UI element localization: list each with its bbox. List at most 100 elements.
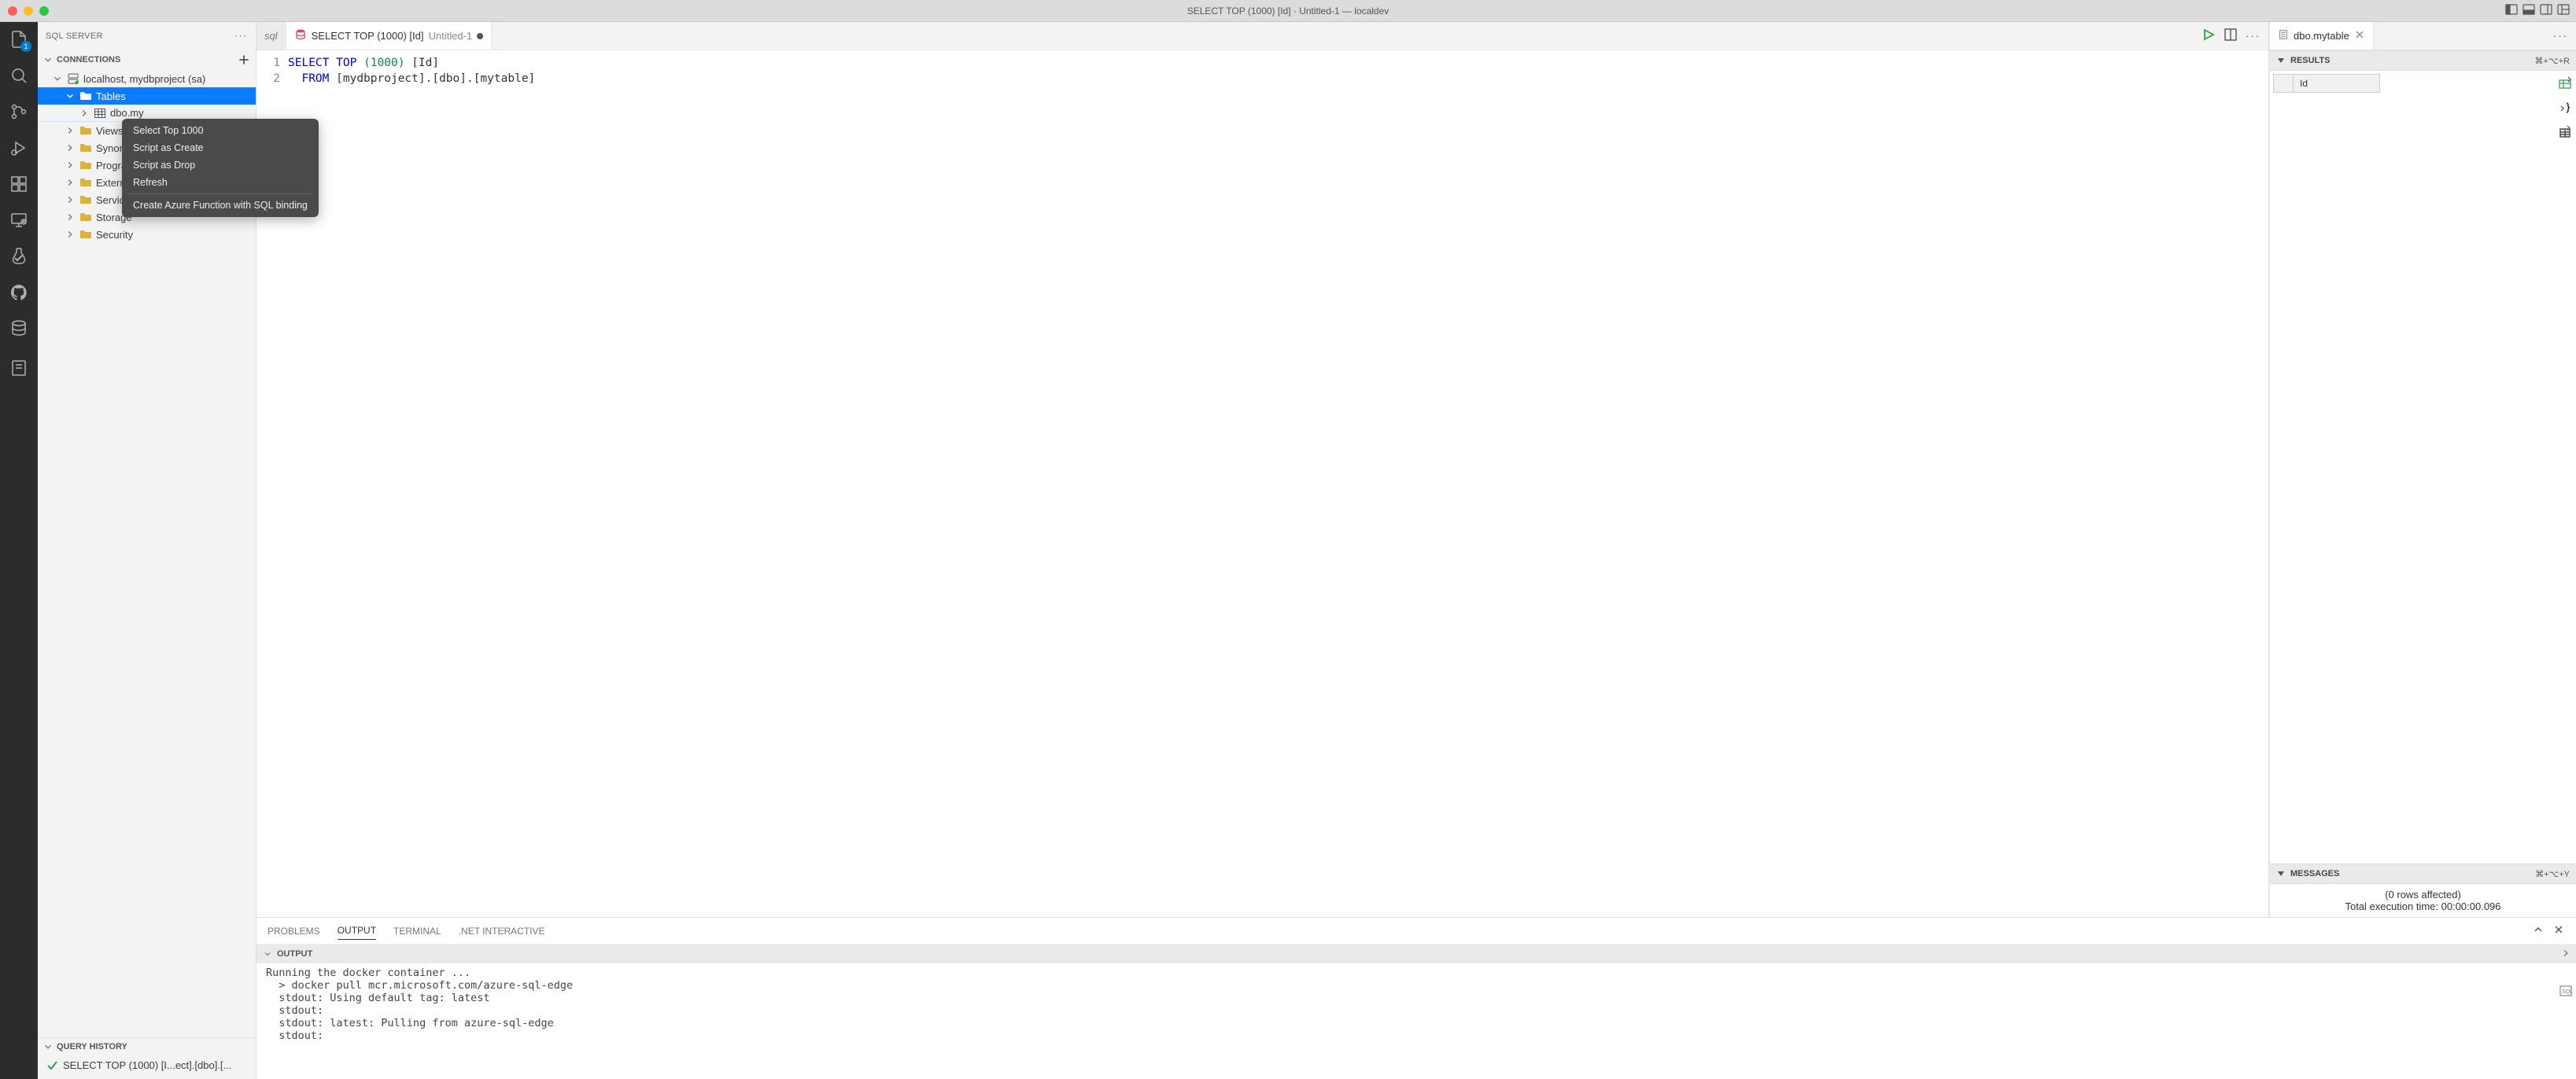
extensions-activity[interactable]: [8, 173, 30, 195]
folder-icon: [79, 124, 92, 137]
svg-text:SQL: SQL: [2562, 989, 2573, 995]
results-section-header[interactable]: RESULTS ⌘+⌥+R: [2270, 50, 2576, 71]
menu-separator: [128, 193, 312, 194]
results-toolbar: [2554, 71, 2576, 864]
more-results-actions-icon[interactable]: ···: [2553, 30, 2568, 42]
query-history-item[interactable]: SELECT TOP (1000) [I...ect].[dbo].[...: [38, 1055, 256, 1074]
more-actions-icon[interactable]: ···: [234, 31, 248, 41]
remote-explorer-activity[interactable]: [8, 209, 30, 231]
active-tab-subtitle: Untitled-1: [428, 30, 472, 42]
close-tab-icon[interactable]: [2354, 29, 2365, 42]
results-grid[interactable]: Id: [2270, 71, 2554, 864]
security-label: Security: [96, 229, 133, 241]
output-section-header[interactable]: OUTPUT: [256, 945, 2576, 963]
menu-refresh[interactable]: Refresh: [122, 174, 319, 191]
results-header-label: RESULTS: [2290, 56, 2331, 65]
messages-header-label: MESSAGES: [2290, 869, 2339, 878]
menu-select-top-1000[interactable]: Select Top 1000: [122, 122, 319, 139]
editor-area: sql SELECT TOP (1000) [Id] Untitled-1 ··…: [256, 22, 2576, 1079]
folder-icon: [79, 211, 92, 223]
database-icon: [294, 28, 307, 43]
maximize-window-button[interactable]: [39, 6, 49, 16]
save-excel-icon[interactable]: [2558, 124, 2572, 141]
toggle-primary-sidebar-icon[interactable]: [2505, 3, 2518, 18]
messages-line: Total execution time: 00:00:00.096: [2278, 900, 2568, 912]
close-window-button[interactable]: [8, 6, 17, 16]
tab-terminal[interactable]: TERMINAL: [393, 922, 441, 940]
folder-icon: [79, 176, 92, 189]
results-tabs: dbo.mytable ···: [2270, 22, 2576, 50]
dirty-indicator-icon: [477, 33, 483, 39]
code-lines: SELECT TOP (1000) [Id] FROM [mydbproject…: [288, 50, 535, 917]
panel-tabs: PROBLEMS OUTPUT TERMINAL .NET INTERACTIV…: [256, 918, 2576, 945]
sql-server-activity[interactable]: [8, 318, 30, 340]
line-number: 1: [256, 55, 280, 71]
folder-icon: [79, 90, 92, 102]
server-icon: [67, 72, 79, 85]
menu-script-as-drop[interactable]: Script as Drop: [122, 157, 319, 174]
output-line: stdout: latest: Pulling from azure-sql-e…: [266, 1017, 2567, 1029]
code-editor[interactable]: 1 2 SELECT TOP (1000) [Id] FROM [mydbpro…: [256, 50, 2268, 917]
sql-editor-group: sql SELECT TOP (1000) [Id] Untitled-1 ··…: [256, 22, 2269, 917]
output-line: > docker pull mcr.microsoft.com/azure-sq…: [266, 979, 2567, 992]
explorer-activity[interactable]: 1: [8, 28, 30, 50]
sql-side-icon[interactable]: SQL: [2559, 984, 2573, 1000]
more-editor-actions-icon[interactable]: ···: [2246, 30, 2260, 42]
testing-activity[interactable]: [8, 245, 30, 267]
check-icon: [46, 1059, 58, 1071]
connections-label: CONNECTIONS: [57, 55, 120, 64]
menu-script-as-create[interactable]: Script as Create: [122, 139, 319, 157]
tab-output[interactable]: OUTPUT: [338, 922, 376, 940]
save-csv-icon[interactable]: [2558, 75, 2572, 92]
connections-section-header[interactable]: CONNECTIONS: [38, 50, 256, 70]
sidebar-title-row: SQL SERVER ···: [38, 22, 256, 50]
tab-active[interactable]: SELECT TOP (1000) [Id] Untitled-1: [286, 22, 492, 50]
layout-controls: [2505, 3, 2570, 18]
output-line: stdout:: [266, 1029, 2567, 1042]
results-shortcut: ⌘+⌥+R: [2535, 56, 2570, 66]
results-tab-label: dbo.mytable: [2294, 30, 2349, 42]
results-body: Id: [2270, 71, 2576, 864]
split-editor-icon[interactable]: [2224, 28, 2238, 44]
close-panel-icon[interactable]: [2552, 923, 2565, 938]
toggle-secondary-sidebar-icon[interactable]: [2540, 3, 2552, 18]
titlebar: SELECT TOP (1000) [Id] · Untitled-1 — lo…: [0, 0, 2576, 22]
folder-icon: [79, 228, 92, 241]
source-control-activity[interactable]: [8, 101, 30, 123]
database-projects-activity[interactable]: [8, 357, 30, 379]
messages-body: (0 rows affected) Total execution time: …: [2270, 884, 2576, 917]
query-history-header[interactable]: QUERY HISTORY: [38, 1038, 256, 1055]
search-activity[interactable]: [8, 64, 30, 87]
output-line: stdout: Using default tag: latest: [266, 992, 2567, 1004]
run-query-icon[interactable]: [2201, 28, 2216, 44]
tab-dotnet-interactive[interactable]: .NET INTERACTIVE: [459, 922, 545, 940]
customize-layout-icon[interactable]: [2557, 3, 2570, 18]
tab-problems[interactable]: PROBLEMS: [268, 922, 320, 940]
connection-node[interactable]: localhost, mydbproject (sa): [38, 70, 256, 87]
context-menu: Select Top 1000 Script as Create Script …: [122, 119, 319, 217]
maximize-panel-icon[interactable]: [2532, 923, 2545, 938]
github-activity[interactable]: [8, 282, 30, 304]
minimap[interactable]: [2245, 50, 2268, 74]
messages-section-header[interactable]: MESSAGES ⌘+⌥+Y: [2270, 864, 2576, 884]
menu-create-azure-function[interactable]: Create Azure Function with SQL binding: [122, 197, 319, 214]
add-connection-icon[interactable]: [237, 53, 251, 67]
output-body[interactable]: Running the docker container ... > docke…: [256, 963, 2576, 1079]
run-debug-activity[interactable]: [8, 137, 30, 159]
output-header-label: OUTPUT: [277, 949, 312, 959]
activity-bar: 1: [0, 22, 38, 1079]
table-label: dbo.my: [110, 107, 144, 119]
active-tab-title: SELECT TOP (1000) [Id]: [312, 30, 424, 42]
tab-previous[interactable]: sql: [256, 22, 286, 50]
folder-icon: [79, 193, 92, 206]
column-header[interactable]: Id: [2294, 74, 2380, 93]
save-json-icon[interactable]: [2558, 100, 2572, 116]
minimize-window-button[interactable]: [24, 6, 33, 16]
tables-node[interactable]: Tables: [38, 87, 256, 105]
security-node[interactable]: Security: [38, 226, 256, 243]
sidebar-title: SQL SERVER: [46, 31, 103, 41]
output-line: Running the docker container ...: [266, 967, 2567, 979]
toggle-panel-icon[interactable]: [2522, 3, 2535, 18]
tab-results[interactable]: dbo.mytable: [2270, 22, 2374, 50]
chevron-right-icon[interactable]: [2560, 948, 2571, 961]
